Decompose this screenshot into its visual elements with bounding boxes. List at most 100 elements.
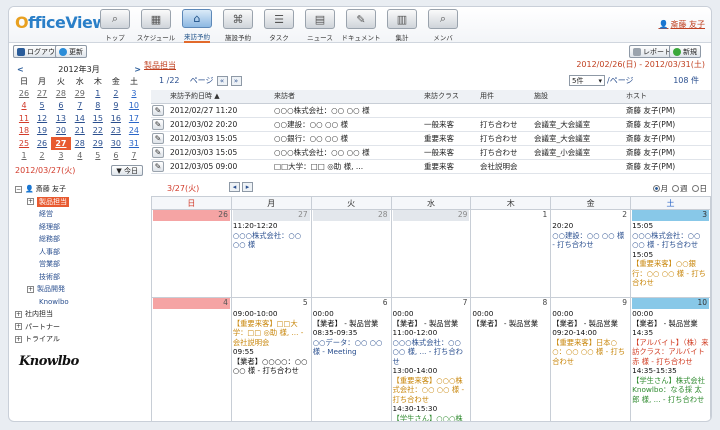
- calendar-cell[interactable]: 2 20:20 ○○建設：○○ ○○ 様 - 打ち合わせ: [550, 209, 632, 298]
- visit-row[interactable]: ✎ 2012/03/03 15:05 ○○銀行：○○ ○○ 様重要来客 打ち合わせ 会議…: [151, 131, 711, 146]
- nav-item-8[interactable]: ⌕ メンバ: [423, 9, 463, 43]
- tree-node[interactable]: 総務部: [13, 233, 145, 246]
- calendar-day[interactable]: 1: [89, 87, 107, 100]
- event-link[interactable]: ○○○株式会社：○○ ○○ 様 - 打ち合わせ: [632, 231, 709, 250]
- calendar-cell[interactable]: 28: [310, 209, 392, 298]
- expand-icon[interactable]: +: [15, 310, 22, 318]
- calendar-day[interactable]: 30: [107, 137, 125, 150]
- event-link[interactable]: 【学生さん】株式会社Knowlbo：なる採 太郎 様, ... - 打ち合わせ: [632, 376, 709, 405]
- calendar-day[interactable]: 12: [33, 112, 51, 125]
- calendar-cell[interactable]: 10 00:00 【業者】 - 製品営業 14:35 【アルバイト】（株）来訪クラス：ア…: [630, 297, 711, 421]
- edit-icon[interactable]: ✎: [152, 146, 164, 158]
- prev-month-button[interactable]: <: [17, 65, 24, 74]
- calendar-day[interactable]: 4: [15, 100, 33, 113]
- day-number[interactable]: 27: [232, 210, 310, 221]
- calendar-cell[interactable]: 29: [390, 209, 472, 298]
- event-link[interactable]: ○○データ：○○ ○○ 様 - Meeting: [313, 338, 390, 357]
- view-option[interactable]: 月: [652, 183, 668, 194]
- per-page-select[interactable]: 5件 ▾: [569, 75, 605, 86]
- radio-icon[interactable]: [672, 185, 679, 192]
- next-button[interactable]: ▸: [242, 182, 253, 192]
- day-number[interactable]: 5: [233, 299, 310, 310]
- nav-item-5[interactable]: ▤ ニュース: [300, 9, 340, 43]
- event-link[interactable]: 【業者】 - 製品営業: [632, 319, 709, 329]
- view-option[interactable]: 週: [672, 183, 688, 194]
- nav-item-4[interactable]: ☰ タスク: [259, 9, 299, 43]
- day-number[interactable]: 7: [393, 299, 470, 310]
- calendar-day[interactable]: 6: [51, 100, 71, 113]
- calendar-day[interactable]: 2: [107, 87, 125, 100]
- next-page-button[interactable]: »: [230, 75, 242, 86]
- event-link[interactable]: 【業者】 - 製品営業: [393, 319, 470, 329]
- calendar-day[interactable]: 29: [71, 87, 89, 100]
- tree-node[interactable]: − 👤 斎藤 友子: [13, 183, 145, 196]
- calendar-day[interactable]: 26: [33, 137, 51, 150]
- tree-node[interactable]: + 製品開発: [13, 283, 145, 296]
- calendar-cell[interactable]: 4: [151, 297, 232, 421]
- calendar-day[interactable]: 28: [71, 137, 89, 150]
- group-label[interactable]: 製品担当: [144, 60, 176, 71]
- nav-item-1[interactable]: ▦ スケジュール: [136, 9, 176, 43]
- first-page-button[interactable]: «: [216, 75, 228, 86]
- day-number[interactable]: 3: [632, 210, 709, 221]
- calendar-day[interactable]: 20: [51, 125, 71, 138]
- expand-icon[interactable]: +: [15, 323, 22, 331]
- calendar-day[interactable]: 25: [15, 137, 33, 150]
- nav-item-3[interactable]: ⌘ 施設予約: [218, 9, 258, 43]
- nav-item-6[interactable]: ✎ ドキュメント: [341, 9, 381, 43]
- calendar-day[interactable]: 14: [71, 112, 89, 125]
- calendar-day[interactable]: 26: [15, 87, 33, 100]
- calendar-day[interactable]: 22: [89, 125, 107, 138]
- visit-row[interactable]: ✎ 2012/03/02 20:20 ○○建設：○○ ○○ 様一般来客 打ち合わせ 会議…: [151, 117, 711, 132]
- calendar-day[interactable]: 17: [125, 112, 143, 125]
- calendar-day[interactable]: 3: [125, 87, 143, 100]
- day-number[interactable]: 4: [153, 298, 230, 309]
- day-number[interactable]: 2: [552, 211, 629, 222]
- visit-row[interactable]: ✎ 2012/02/27 11:20 ○○○株式会社：○○ ○○ 様 斎藤 友子(PM…: [151, 103, 711, 118]
- calendar-day[interactable]: 28: [51, 87, 71, 100]
- calendar-day[interactable]: 27: [51, 137, 71, 150]
- calendar-cell[interactable]: 6 00:00 【業者】 - 製品営業 08:35-09:35 ○○データ：○○ ○○ …: [310, 297, 392, 421]
- tree-node[interactable]: 営業部: [13, 258, 145, 271]
- calendar-day[interactable]: 4: [71, 150, 89, 163]
- expand-icon[interactable]: +: [27, 285, 34, 293]
- edit-icon[interactable]: ✎: [152, 118, 164, 130]
- new-button[interactable]: 新規: [669, 45, 701, 58]
- calendar-day[interactable]: 6: [107, 150, 125, 163]
- event-link[interactable]: ○○○株式会社：○○ ○○ 様, ... - 打ち合わせ: [393, 338, 470, 367]
- calendar-day[interactable]: 16: [107, 112, 125, 125]
- calendar-cell[interactable]: 1: [470, 209, 552, 298]
- refresh-button[interactable]: 更新: [55, 45, 87, 58]
- calendar-day[interactable]: 7: [125, 150, 143, 163]
- tree-node[interactable]: + 社内担当: [13, 308, 145, 321]
- event-link[interactable]: 【アルバイト】（株）来訪クラス：アルバイト 赤 様 - 打ち合わせ: [632, 338, 709, 367]
- calendar-day[interactable]: 3: [51, 150, 71, 163]
- day-number[interactable]: 9: [552, 299, 629, 310]
- next-month-button[interactable]: >: [134, 65, 141, 74]
- calendar-day[interactable]: 5: [89, 150, 107, 163]
- nav-item-0[interactable]: ⌕ トップ: [95, 9, 135, 43]
- calendar-day[interactable]: 23: [107, 125, 125, 138]
- calendar-day[interactable]: 1: [15, 150, 33, 163]
- tree-node[interactable]: + 製品担当: [13, 196, 145, 209]
- calendar-day[interactable]: 29: [89, 137, 107, 150]
- tree-node[interactable]: + パートナー: [13, 321, 145, 334]
- event-link[interactable]: 【業者】 - 製品営業: [472, 319, 549, 329]
- event-link[interactable]: 【業者】 - 製品営業: [313, 319, 390, 329]
- calendar-cell[interactable]: 7 00:00 【業者】 - 製品営業 11:00-12:00 ○○○株式会社：○○ ○…: [390, 297, 472, 421]
- event-link[interactable]: 【重要来客】○○○株式会社：○○ ○○ 様 - 打ち合わせ: [393, 376, 470, 405]
- calendar-day[interactable]: 9: [107, 100, 125, 113]
- calendar-day[interactable]: 18: [15, 125, 33, 138]
- calendar-day[interactable]: 27: [33, 87, 51, 100]
- day-number[interactable]: 10: [632, 298, 709, 309]
- calendar-cell[interactable]: 8 00:00 【業者】 - 製品営業: [470, 297, 552, 421]
- calendar-day[interactable]: 15: [89, 112, 107, 125]
- tree-node[interactable]: 経営: [13, 208, 145, 221]
- tree-node[interactable]: 技術部: [13, 271, 145, 284]
- column-header[interactable]: 来訪予約日時 ▲: [167, 90, 271, 104]
- edit-icon[interactable]: ✎: [152, 160, 164, 172]
- nav-item-7[interactable]: ▥ 集計: [382, 9, 422, 43]
- event-link[interactable]: ○○○株式会社：○○ ○○ 様: [233, 231, 310, 250]
- calendar-day[interactable]: 24: [125, 125, 143, 138]
- today-button[interactable]: ▼ 今日: [111, 164, 143, 176]
